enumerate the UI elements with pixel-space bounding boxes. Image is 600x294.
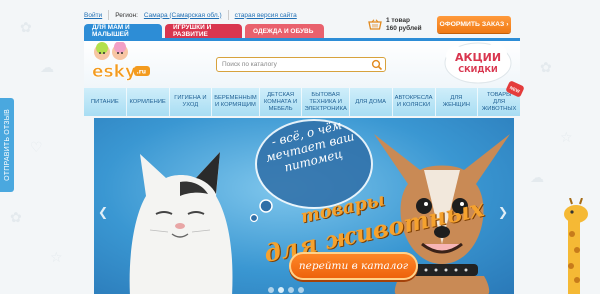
cat-illustration [129,152,233,294]
tab-clothing[interactable]: ОДЕЖДА И ОБУВЬ [245,24,324,38]
divider [108,10,110,20]
region-link[interactable]: Самара (Самарская обл.) [144,12,222,19]
cart-summary[interactable]: 1 товар 160 рублей [368,15,422,35]
basket-icon [368,19,382,30]
cart-text: 1 товар 160 рублей [386,17,422,33]
sale-line2: СКИДКИ [458,65,497,74]
tab-moms-babies[interactable]: ДЛЯ МАМ И МАЛЫШЕЙ [84,24,162,38]
slider-next-icon[interactable]: ❯ [498,205,508,219]
nav-hygiene[interactable]: ГИГИЕНА И УХОД [170,88,213,116]
feedback-tab-label: ОТПРАВИТЬ ОТЗЫВ [3,109,11,181]
go-to-catalog-button[interactable]: перейти в каталог [289,252,418,280]
nav-women[interactable]: ДЛЯ ЖЕНЩИН [436,88,479,116]
slider-dot[interactable] [268,287,274,293]
cart-total: 160 рублей [386,25,422,32]
old-version-link[interactable]: старая версия сайта [235,12,297,19]
cart-items: 1 товар [386,17,410,24]
slider-prev-icon[interactable]: ❮ [98,205,108,219]
sales-discounts-badge[interactable]: АКЦИИ СКИДКИ [438,38,518,84]
site-logo[interactable]: esky .ru [88,42,160,86]
nav-pregnant[interactable]: БЕРЕМЕННЫМ И КОРМЯЩИМ [212,88,260,116]
login-link[interactable]: Войти [84,12,102,19]
feedback-side-tab[interactable]: ОТПРАВИТЬ ОТЗЫВ [0,98,14,192]
logo-text: esky [92,62,136,82]
search-icon[interactable] [371,59,383,71]
tab-toys[interactable]: ИГРУШКИ И РАЗВИТИЕ [165,24,242,38]
search-input[interactable]: Поиск по каталогу [216,57,386,72]
divider [227,10,229,20]
category-tabs: ДЛЯ МАМ И МАЛЫШЕЙ ИГРУШКИ И РАЗВИТИЕ ОДЕ… [84,24,324,38]
nav-home[interactable]: ДЛЯ ДОМА [350,88,393,116]
search-placeholder: Поиск по каталогу [222,61,277,68]
nav-kids-room[interactable]: ДЕТСКАЯ КОМНАТА И МЕБЕЛЬ [260,88,303,116]
nav-appliances[interactable]: БЫТОВАЯ ТЕХНИКА И ЭЛЕКТРОНИКА [302,88,350,116]
logo-suffix: .ru [137,69,147,76]
slider-dot[interactable] [298,287,304,293]
region-label: Регион: [115,11,138,19]
slider-dots [268,287,304,293]
giraffe-decoration [564,198,588,294]
nav-feeding[interactable]: КОРМЛЕНИЕ [127,88,170,116]
nav-car-seats[interactable]: АВТОКРЕСЛА И КОЛЯСКИ [393,88,436,116]
slider-dot[interactable] [288,287,294,293]
main-nav: ПИТАНИЕ КОРМЛЕНИЕ ГИГИЕНА И УХОД БЕРЕМЕН… [84,88,520,116]
checkout-button[interactable]: ОФОРМИТЬ ЗАКАЗ › [437,16,511,33]
nav-food[interactable]: ПИТАНИЕ [84,88,127,116]
sale-line1: АКЦИИ [455,51,501,64]
slider-dot[interactable] [278,287,284,293]
